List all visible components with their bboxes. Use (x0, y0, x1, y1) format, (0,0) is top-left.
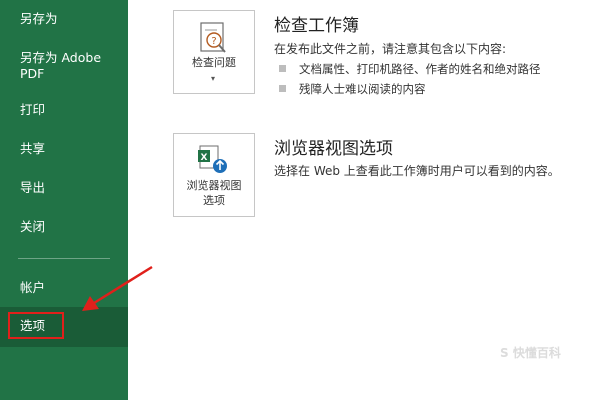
browser-view-options-title: 浏览器视图选项 (274, 139, 393, 159)
browser-view-options-label-line2: 选项 (203, 194, 225, 207)
nav-save-as-adobe-pdf[interactable]: 另存为 Adobe PDF (0, 50, 128, 82)
nav-share[interactable]: 共享 (0, 141, 128, 157)
inspect-bullet-item: 文档属性、打印机路径、作者的姓名和绝对路径 (279, 61, 541, 77)
nav-close[interactable]: 关闭 (0, 219, 128, 235)
inspect-issues-button[interactable]: ? 检查问题 ▾ (173, 10, 255, 94)
browser-view-options-description: 选择在 Web 上查看此工作簿时用户可以看到的内容。 (274, 164, 560, 178)
browser-view-options-label-line1: 浏览器视图 (186, 179, 242, 192)
inspect-bullet-text: 文档属性、打印机路径、作者的姓名和绝对路径 (299, 62, 541, 76)
excel-web-icon: X (198, 145, 227, 173)
inspect-document-icon: ? (200, 22, 226, 53)
annotation-highlight-box (8, 312, 64, 339)
bullet-square-icon (279, 85, 286, 92)
bullet-square-icon (279, 65, 286, 72)
inspect-bullet-text: 残障人士难以阅读的内容 (299, 82, 426, 96)
inspect-bullet-item: 残障人士难以阅读的内容 (279, 81, 426, 97)
inspect-workbook-title: 检查工作簿 (274, 16, 359, 36)
svg-text:X: X (201, 153, 208, 163)
nav-save-as[interactable]: 另存为 (0, 11, 128, 27)
nav-divider (18, 258, 110, 259)
inspect-issues-label: 检查问题 (192, 56, 236, 69)
nav-account[interactable]: 帐户 (0, 280, 128, 296)
browser-view-options-button[interactable]: X 浏览器视图 选项 (173, 133, 255, 217)
nav-export[interactable]: 导出 (0, 180, 128, 196)
backstage-sidebar: 另存为 另存为 Adobe PDF 打印 共享 导出 关闭 帐户 选项 (0, 0, 128, 400)
inspect-workbook-description: 在发布此文件之前，请注意其包含以下内容: (274, 42, 507, 56)
nav-print[interactable]: 打印 (0, 102, 128, 118)
chevron-down-icon: ▾ (211, 74, 216, 83)
svg-text:?: ? (211, 36, 216, 47)
watermark-logo: S 快懂百科 (500, 346, 561, 360)
